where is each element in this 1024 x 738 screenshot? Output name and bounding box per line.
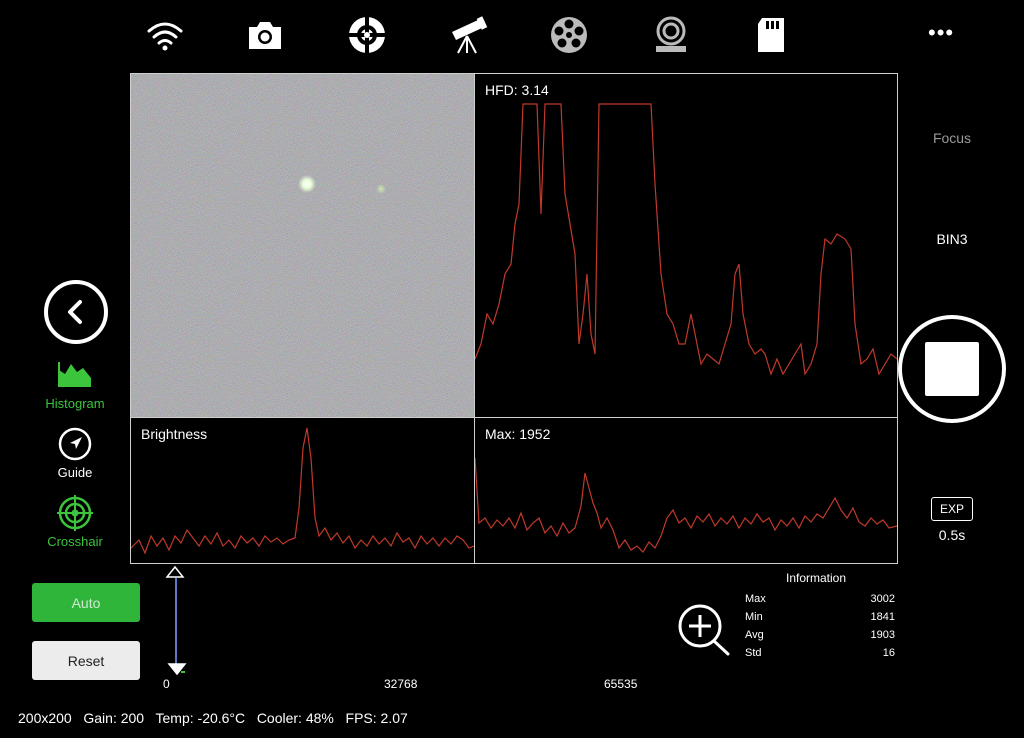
- star-image-panel[interactable]: [130, 73, 475, 418]
- sd-card-icon[interactable]: [748, 12, 794, 58]
- stop-square-icon: [925, 342, 979, 396]
- hfd-profile-plot: [475, 103, 897, 376]
- status-bar: 200x200 Gain: 200 Temp: -20.6°C Cooler: …: [18, 710, 408, 726]
- info-key-max: Max: [745, 593, 766, 605]
- auto-button[interactable]: Auto: [32, 583, 140, 622]
- zoom-in-icon[interactable]: [676, 602, 734, 658]
- slider-top-handle[interactable]: [165, 565, 185, 579]
- camera-icon[interactable]: [242, 12, 288, 58]
- focuser-icon[interactable]: [648, 12, 694, 58]
- tool-histogram-label: Histogram: [45, 396, 105, 411]
- reset-button[interactable]: Reset: [32, 641, 140, 680]
- histogram-icon: [58, 362, 91, 387]
- auto-button-label: Auto: [71, 594, 101, 611]
- crosshair-target-icon[interactable]: [344, 12, 390, 58]
- filter-wheel-icon[interactable]: [546, 12, 592, 58]
- max-profile-plot: [475, 457, 897, 553]
- information-title: Information: [786, 571, 847, 585]
- info-value-min: 1841: [870, 611, 895, 623]
- more-menu-button[interactable]: •••: [928, 20, 954, 46]
- max-profile-panel: Max: 1952: [474, 417, 898, 564]
- exposure-badge-text: EXP: [939, 502, 964, 516]
- guide-compass-icon: [58, 427, 92, 461]
- tool-guide-label: Guide: [57, 465, 93, 480]
- info-key-avg: Avg: [745, 629, 764, 641]
- chevron-left-icon: [68, 300, 82, 324]
- tool-crosshair-label: Crosshair: [47, 534, 103, 549]
- info-key-std: Std: [745, 647, 762, 659]
- hist-tick-max: 65535: [604, 677, 638, 691]
- capture-stop-button[interactable]: [898, 315, 1006, 423]
- brightness-plot: [131, 427, 474, 555]
- reset-button-label: Reset: [67, 652, 105, 669]
- info-value-max: 3002: [870, 593, 895, 605]
- star-image: [131, 74, 474, 417]
- back-button[interactable]: [44, 280, 108, 344]
- slider-track: [175, 578, 177, 666]
- exposure-badge[interactable]: EXP: [931, 497, 973, 521]
- slider-bottom-handle[interactable]: [167, 662, 187, 676]
- mode-focus-label[interactable]: Focus: [912, 130, 992, 146]
- hist-tick-0: 0: [163, 677, 170, 691]
- bin-selector[interactable]: BIN3: [912, 231, 992, 247]
- telescope-icon[interactable]: [444, 12, 490, 58]
- hist-tick-mid: 32768: [384, 677, 418, 691]
- crosshair-icon: [57, 495, 93, 531]
- info-value-std: 16: [882, 647, 895, 659]
- exposure-value[interactable]: 0.5s: [912, 527, 992, 543]
- brightness-panel: Brightness: [130, 417, 475, 564]
- info-key-min: Min: [745, 611, 763, 623]
- wifi-icon[interactable]: [142, 12, 188, 58]
- info-value-avg: 1903: [870, 629, 895, 641]
- hfd-profile-panel: HFD: 3.14: [474, 73, 898, 418]
